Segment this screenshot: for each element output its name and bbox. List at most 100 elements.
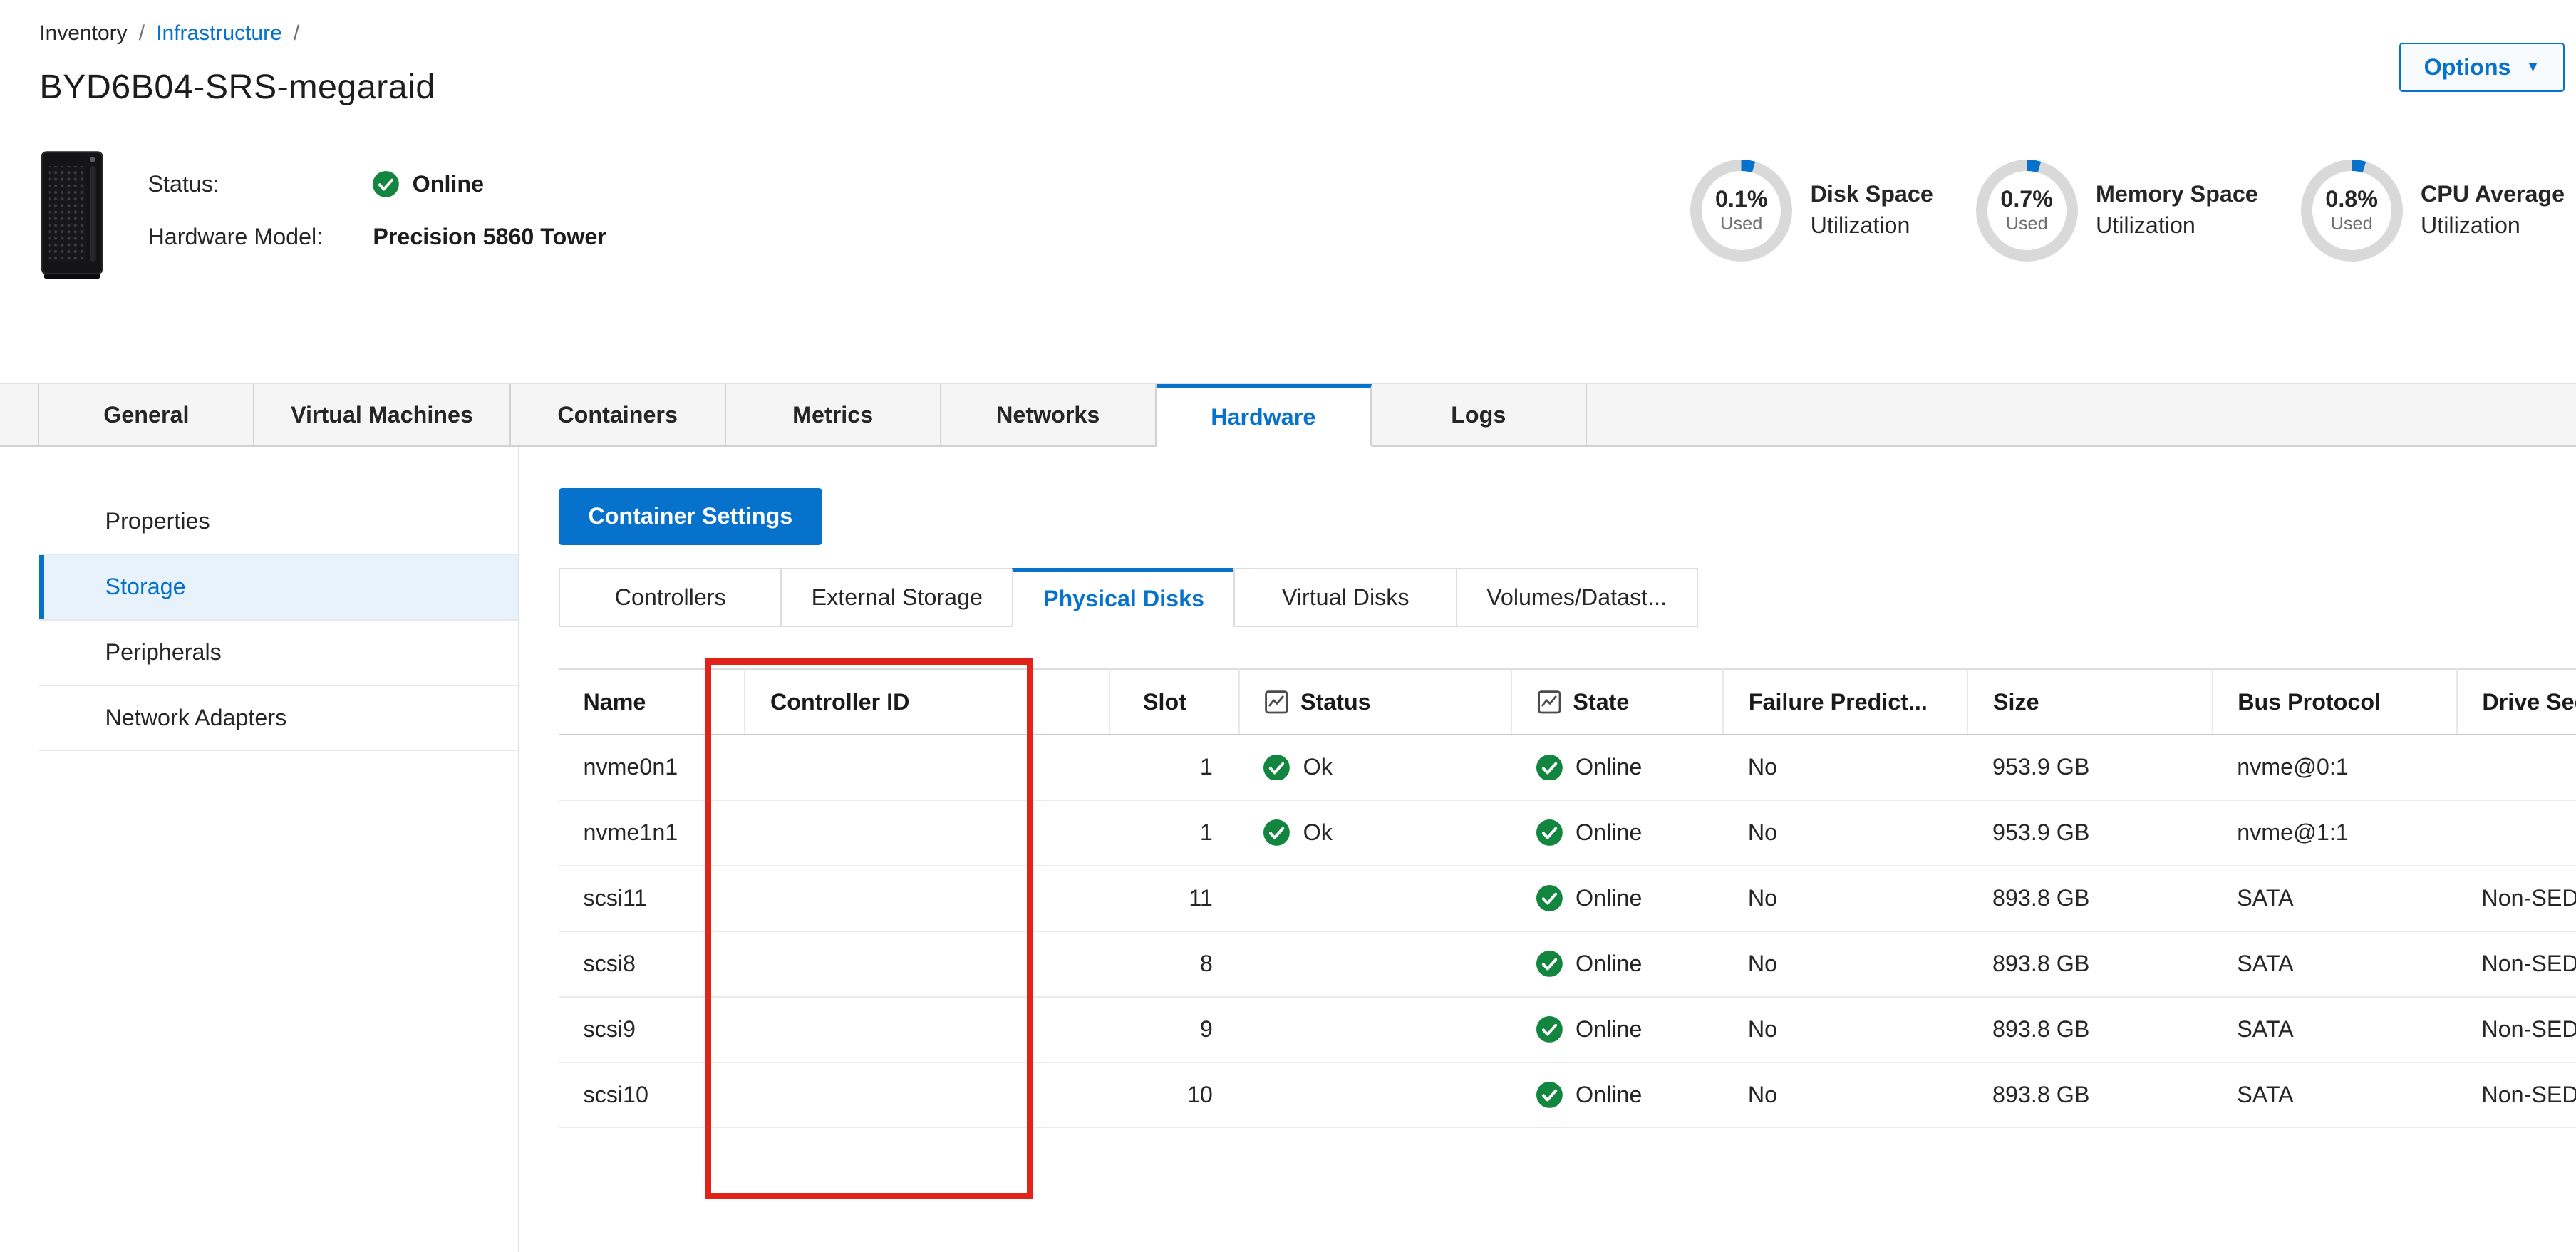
cell-size: 953.9 GB: [1967, 735, 2212, 800]
cell-failure: No: [1723, 997, 1967, 1062]
column-header-slot[interactable]: Slot: [1109, 669, 1239, 735]
status-text: Ok: [1303, 754, 1333, 780]
column-header-drive-security[interactable]: Drive Security: [2457, 669, 2576, 735]
column-header-status[interactable]: Status: [1239, 669, 1511, 735]
gauge-label: Memory Space Utilization: [2096, 179, 2258, 242]
table-row[interactable]: scsi99OnlineNo893.8 GBSATANon-SEDSSDSC2K…: [559, 997, 2576, 1062]
container-settings-button[interactable]: Container Settings: [559, 488, 822, 546]
status-ok-icon: [1536, 819, 1563, 846]
page-title: BYD6B04-SRS-megaraid: [39, 67, 2576, 107]
app-root: Inventory / Infrastructure / Options ▼ B…: [0, 0, 2576, 1248]
cell-status: [1239, 866, 1511, 931]
cell-controller_id: [745, 735, 1109, 800]
cell-status: Ok: [1239, 800, 1511, 866]
gauge-label: Disk Space Utilization: [1811, 179, 1933, 242]
cell-bus: SATA: [2213, 1062, 2457, 1128]
breadcrumb-inventory[interactable]: Inventory: [39, 21, 127, 46]
column-header-bus-protocol[interactable]: Bus Protocol: [2213, 669, 2457, 735]
cell-security: Non-SED: [2457, 997, 2576, 1062]
cell-size: 893.8 GB: [1967, 931, 2212, 997]
column-header-failure-predicted[interactable]: Failure Predict...: [1723, 669, 1967, 735]
sidebar-item-peripherals[interactable]: Peripherals: [39, 621, 517, 686]
cell-slot: 8: [1109, 931, 1239, 997]
cell-bus: SATA: [2213, 866, 2457, 931]
cell-security: [2457, 800, 2576, 866]
sidebar-item-network-adapters[interactable]: Network Adapters: [39, 686, 517, 752]
gauge-sub: Used: [2331, 214, 2373, 234]
gauge-sub: Used: [1720, 214, 1762, 234]
breadcrumb-infrastructure[interactable]: Infrastructure: [156, 21, 282, 46]
column-header-name[interactable]: Name: [559, 669, 745, 735]
subtab-controllers[interactable]: Controllers: [559, 568, 782, 627]
cell-failure: No: [1723, 800, 1967, 866]
metrics-icon: [1537, 690, 1562, 715]
tab-networks[interactable]: Networks: [941, 384, 1157, 447]
gauge-label-line1: CPU Average: [2421, 179, 2565, 210]
tab-containers[interactable]: Containers: [511, 384, 726, 447]
subtab-volumes-datastores[interactable]: Volumes/Datast...: [1456, 568, 1698, 627]
tab-general[interactable]: General: [39, 384, 254, 447]
cell-state: Online: [1511, 866, 1723, 931]
column-header-controller-id[interactable]: Controller ID: [745, 669, 1109, 735]
cell-name: scsi9: [559, 997, 745, 1062]
tab-strip-filler: [1587, 384, 2576, 447]
subtab-physical-disks[interactable]: Physical Disks: [1012, 568, 1236, 627]
cell-name: nvme1n1: [559, 800, 745, 866]
chevron-down-icon: ▼: [2525, 60, 2540, 75]
device-summary: Status: Online Hardware Model: Precision…: [39, 150, 2576, 294]
cell-failure: No: [1723, 931, 1967, 997]
table-row[interactable]: scsi1111OnlineNo893.8 GBSATANon-SEDSSDSC…: [559, 866, 2576, 931]
donut-center: 0.8% Used: [2312, 171, 2391, 250]
cell-bus: nvme@1:1: [2213, 800, 2457, 866]
tab-hardware[interactable]: Hardware: [1157, 384, 1372, 447]
status-ok-icon: [1536, 885, 1563, 911]
sidebar-item-label: Network Adapters: [105, 705, 287, 731]
cell-failure: No: [1723, 735, 1967, 800]
breadcrumb: Inventory / Infrastructure /: [39, 21, 2576, 46]
table-header-row: Name Controller ID Slot Status: [559, 669, 2576, 735]
sidebar-item-storage[interactable]: Storage: [39, 555, 517, 621]
column-header-state-label: State: [1573, 689, 1629, 715]
sidebar-item-properties[interactable]: Properties: [39, 490, 517, 555]
cell-controller_id: [745, 866, 1109, 931]
cell-controller_id: [745, 800, 1109, 866]
table-row[interactable]: scsi88OnlineNo893.8 GBSATANon-SEDSSDSC2K…: [559, 931, 2576, 997]
cell-bus: SATA: [2213, 997, 2457, 1062]
breadcrumb-separator: /: [139, 21, 145, 46]
state-text: Online: [1576, 885, 1642, 911]
table-row[interactable]: scsi1010OnlineNo893.8 GBSATANon-SEDSSDSC…: [559, 1062, 2576, 1128]
cell-state: Online: [1511, 997, 1723, 1062]
cell-status: Ok: [1239, 735, 1511, 800]
tab-metrics[interactable]: Metrics: [726, 384, 941, 447]
cell-state: Online: [1511, 931, 1723, 997]
status-ok-icon: [1536, 755, 1563, 781]
storage-sub-tabs: Controllers External Storage Physical Di…: [559, 568, 2538, 627]
status-ok-icon: [1263, 819, 1290, 846]
state-text: Online: [1576, 754, 1642, 780]
column-header-state[interactable]: State: [1511, 669, 1723, 735]
gauge-label-line1: Disk Space: [1811, 179, 1933, 210]
status-value-text: Online: [413, 171, 484, 197]
subtab-external-storage[interactable]: External Storage: [780, 568, 1013, 627]
column-header-status-label: Status: [1300, 689, 1371, 715]
page-header: Inventory / Infrastructure / Options ▼ B…: [0, 0, 2576, 294]
options-button[interactable]: Options ▼: [2399, 43, 2565, 92]
status-ok-icon: [1263, 755, 1290, 781]
cell-status: [1239, 931, 1511, 997]
tab-logs[interactable]: Logs: [1372, 384, 1587, 447]
table-row[interactable]: nvme0n11OkOnlineNo953.9 GBnvme@0:1: [559, 735, 2576, 800]
subtab-virtual-disks[interactable]: Virtual Disks: [1233, 568, 1457, 627]
disk-space-donut: 0.1% Used: [1690, 160, 1792, 262]
table-row[interactable]: nvme1n11OkOnlineNo953.9 GBnvme@1:1: [559, 800, 2576, 866]
hardware-content: Properties Storage Peripherals Network A…: [0, 447, 2576, 1252]
tab-virtual-machines[interactable]: Virtual Machines: [254, 384, 510, 447]
hardware-sidebar: Properties Storage Peripherals Network A…: [39, 447, 519, 1252]
gauge-value: 0.8%: [2325, 186, 2378, 212]
gauge-label-line1: Memory Space: [2096, 179, 2258, 210]
cell-security: Non-SED: [2457, 1062, 2576, 1128]
cell-name: scsi8: [559, 931, 745, 997]
gauge-cpu-average: 0.8% Used CPU Average Utilization: [2301, 160, 2565, 262]
column-header-size[interactable]: Size: [1967, 669, 2212, 735]
cell-slot: 1: [1109, 800, 1239, 866]
donut-center: 0.7% Used: [1987, 171, 2067, 250]
